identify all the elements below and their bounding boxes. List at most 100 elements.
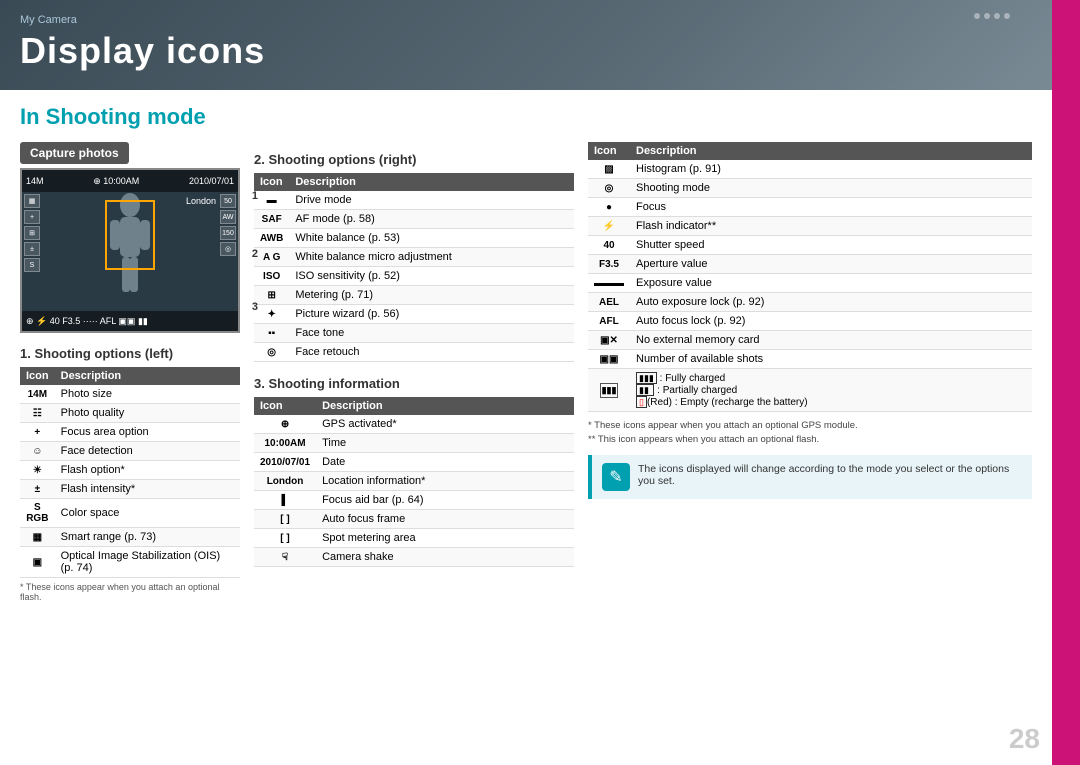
table-row: AFLAuto focus lock (p. 92) xyxy=(588,312,1032,331)
table-row: ▣Optical Image Stabilization (OIS) (p. 7… xyxy=(20,547,240,578)
desc-cell: Shooting mode xyxy=(630,179,1032,198)
icon-cell: ISO xyxy=(254,267,289,286)
desc-cell: Time xyxy=(316,434,574,453)
desc-cell: Flash option* xyxy=(55,461,240,480)
marker-1: 1 xyxy=(252,190,258,202)
camera-top-bar: 14M ⊕ 10:00AM 2010/07/01 xyxy=(22,170,238,192)
desc-cell: AF mode (p. 58) xyxy=(289,210,574,229)
col-icon-r2: Icon xyxy=(588,142,630,160)
desc-cell: Exposure value xyxy=(630,274,1032,293)
header-decoration xyxy=(972,10,1012,24)
desc-cell: Number of available shots xyxy=(630,350,1032,369)
table-row: 14MPhoto size xyxy=(20,385,240,404)
icon-cell: SAF xyxy=(254,210,289,229)
desc-cell: Optical Image Stabilization (OIS) (p. 74… xyxy=(55,547,240,578)
shooting-info-table: Icon Description ⊕GPS activated*10:00AMT… xyxy=(254,397,574,567)
cam-icon-2: + xyxy=(24,210,40,224)
cam-location: London xyxy=(186,196,216,206)
col-desc-info: Description xyxy=(316,397,574,415)
col-icon-right: Icon xyxy=(254,173,289,191)
desc-cell: Camera shake xyxy=(316,548,574,567)
icon-cell: ⊞ xyxy=(254,286,289,305)
cam-icon-r2: AW xyxy=(220,210,236,224)
table-row: ●Focus xyxy=(588,198,1032,217)
desc-cell: Metering (p. 71) xyxy=(289,286,574,305)
desc-cell: Auto exposure lock (p. 92) xyxy=(630,293,1032,312)
desc-cell: Color space xyxy=(55,499,240,528)
icon-cell: ☷ xyxy=(20,404,55,423)
table-row: ⚡Flash indicator** xyxy=(588,217,1032,236)
desc-cell: Shutter speed xyxy=(630,236,1032,255)
table-row: ▪▪Face tone xyxy=(254,324,574,343)
icon-cell: F3.5 xyxy=(588,255,630,274)
table-row: ⊕GPS activated* xyxy=(254,415,574,434)
table-row: LondonLocation information* xyxy=(254,472,574,491)
table-row: ▨Histogram (p. 91) xyxy=(588,160,1032,179)
table-row: F3.5Aperture value xyxy=(588,255,1032,274)
icon-cell: [ ] xyxy=(254,510,316,529)
shooting-left-title: 1. Shooting options (left) xyxy=(20,346,240,361)
section-title: In Shooting mode xyxy=(20,104,1032,130)
capture-label: Capture photos xyxy=(20,142,129,164)
cam-14m: 14M xyxy=(26,176,44,186)
footnotes-area: * These icons appear when you attach an … xyxy=(588,420,1032,445)
icon-cell: ◎ xyxy=(254,343,289,362)
camera-diagram: 14M ⊕ 10:00AM 2010/07/01 ▦ + ⊞ ± S 50 xyxy=(20,168,240,333)
col-icon-info: Icon xyxy=(254,397,316,415)
table-row: [ ]Auto focus frame xyxy=(254,510,574,529)
desc-cell: Aperture value xyxy=(630,255,1032,274)
table-row: AELAuto exposure lock (p. 92) xyxy=(588,293,1032,312)
cam-icon-5: S xyxy=(24,258,40,272)
desc-cell: Photo size xyxy=(55,385,240,404)
icon-cell: + xyxy=(20,423,55,442)
desc-cell: ▮▮▮ : Fully charged ▮▮ : Partially charg… xyxy=(630,369,1032,412)
icon-cell: ☺ xyxy=(20,442,55,461)
icon-cell: ☀ xyxy=(20,461,55,480)
cam-icon-r1: 50 xyxy=(220,194,236,208)
icon-cell: AEL xyxy=(588,293,630,312)
desc-cell: Flash intensity* xyxy=(55,480,240,499)
content-row: Capture photos 14M ⊕ 10:00AM 2010/07/01 … xyxy=(20,142,1032,602)
col-icon-left: Icon xyxy=(20,367,55,385)
marker-2: 2 xyxy=(252,248,258,260)
cam-bottom-icons: ⊕ ⚡ 40 F3.5 ····· AFL ▣▣ ▮▮ xyxy=(26,316,148,327)
icon-cell: ▨ xyxy=(588,160,630,179)
shooting-right2-table: Icon Description ▨Histogram (p. 91)◎Shoo… xyxy=(588,142,1032,412)
icon-cell: ◎ xyxy=(588,179,630,198)
main-content: In Shooting mode Capture photos 14M ⊕ 10… xyxy=(0,90,1052,616)
accent-bar xyxy=(1052,0,1080,765)
table-row: ▬▬▬Exposure value xyxy=(588,274,1032,293)
icon-cell: ▌ xyxy=(254,491,316,510)
icon-cell: ▣▣ xyxy=(588,350,630,369)
left-column: Capture photos 14M ⊕ 10:00AM 2010/07/01 … xyxy=(20,142,240,602)
desc-cell: Picture wizard (p. 56) xyxy=(289,305,574,324)
table-row: 40Shutter speed xyxy=(588,236,1032,255)
right-column: Icon Description ▨Histogram (p. 91)◎Shoo… xyxy=(588,142,1032,602)
icon-cell: ⚡ xyxy=(588,217,630,236)
desc-cell: Location information* xyxy=(316,472,574,491)
cam-icon-r4: ◎ xyxy=(220,242,236,256)
desc-cell: Focus aid bar (p. 64) xyxy=(316,491,574,510)
desc-cell: Face retouch xyxy=(289,343,574,362)
desc-cell: White balance (p. 53) xyxy=(289,229,574,248)
cam-icon-r3: 150 xyxy=(220,226,236,240)
footnote-gps: * These icons appear when you attach an … xyxy=(588,420,1032,431)
desc-cell: Focus area option xyxy=(55,423,240,442)
icon-cell: ▣ xyxy=(20,547,55,578)
cam-time: ⊕ 10:00AM xyxy=(93,176,139,187)
table-row: ±Flash intensity* xyxy=(20,480,240,499)
footnote-flash: ** This icon appears when you attach an … xyxy=(588,434,1032,445)
header-title: Display icons xyxy=(20,30,1032,72)
desc-cell: No external memory card xyxy=(630,331,1032,350)
table-row: +Focus area option xyxy=(20,423,240,442)
icon-cell: ▪▪ xyxy=(254,324,289,343)
icon-cell: ✦ xyxy=(254,305,289,324)
table-row: ◎Shooting mode xyxy=(588,179,1032,198)
icon-cell: ▮▮▮ xyxy=(588,369,630,412)
table-row: ✦Picture wizard (p. 56) xyxy=(254,305,574,324)
table-row: ISOISO sensitivity (p. 52) xyxy=(254,267,574,286)
icon-cell: ▬▬▬ xyxy=(588,274,630,293)
desc-cell: GPS activated* xyxy=(316,415,574,434)
table-row: ⊞Metering (p. 71) xyxy=(254,286,574,305)
desc-cell: Auto focus frame xyxy=(316,510,574,529)
